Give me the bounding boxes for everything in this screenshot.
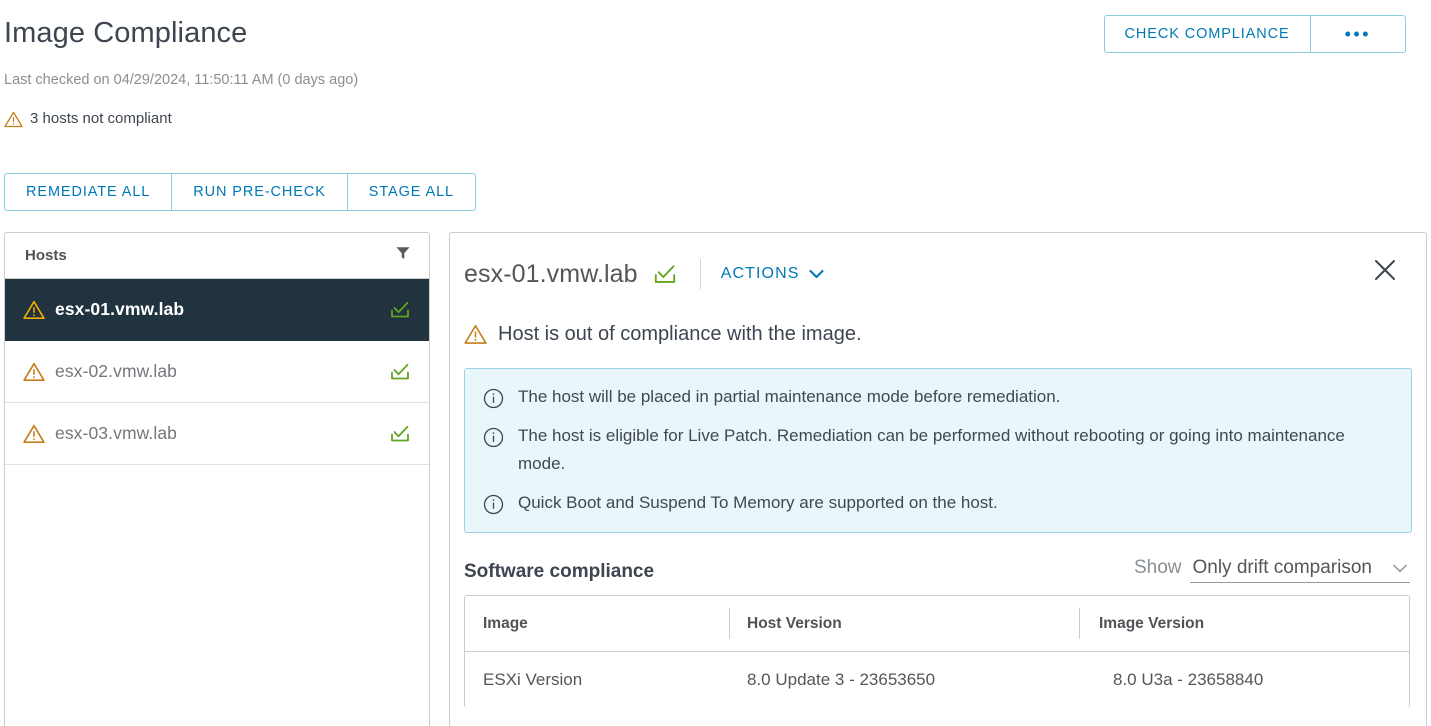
filter-funnel-icon[interactable]	[395, 245, 411, 266]
host-item-content: esx-01.vmw.lab	[23, 299, 184, 320]
show-filter-value: Only drift comparison	[1192, 557, 1372, 578]
header-divider	[699, 259, 701, 289]
remediate-all-button[interactable]: REMEDIATE ALL	[5, 174, 171, 210]
info-message-box: The host will be placed in partial maint…	[464, 368, 1412, 533]
host-item-label: esx-03.vmw.lab	[55, 423, 178, 443]
host-item-label: esx-01.vmw.lab	[55, 299, 185, 319]
show-filter-label: Show	[1133, 557, 1182, 578]
info-message-text: The host will be placed in partial maint…	[518, 387, 1061, 406]
close-icon	[1372, 260, 1398, 286]
info-message-text: The host is eligible for Live Patch. Rem…	[518, 426, 1345, 473]
cell-image: ESXi Version	[483, 670, 583, 689]
hosts-panel-header: Hosts	[5, 233, 429, 279]
close-button[interactable]	[1366, 251, 1404, 289]
host-list-item[interactable]: esx-02.vmw.lab	[5, 341, 429, 403]
check-compliance-button[interactable]: CHECK COMPLIANCE	[1105, 16, 1310, 52]
info-message-item: The host will be placed in partial maint…	[483, 383, 1393, 411]
warning-triangle-icon	[23, 362, 45, 382]
info-message-item: The host is eligible for Live Patch. Rem…	[483, 422, 1393, 478]
detail-host-name: esx-01.vmw.lab	[464, 259, 638, 288]
compliance-warning: Host is out of compliance with the image…	[464, 323, 1426, 346]
warning-triangle-icon	[464, 324, 487, 345]
host-detail-header: esx-01.vmw.lab ACTIONS	[450, 233, 1426, 289]
info-circle-icon	[483, 388, 504, 409]
info-circle-icon	[483, 494, 504, 515]
info-message-text: Quick Boot and Suspend To Memory are sup…	[518, 493, 998, 512]
info-message-item: Quick Boot and Suspend To Memory are sup…	[483, 489, 1393, 517]
actions-menu-button[interactable]: ACTIONS	[721, 265, 824, 283]
status-badge: 3 hosts not compliant	[4, 108, 172, 130]
image-compliance-page: Image Compliance Last checked on 04/29/2…	[0, 0, 1431, 726]
top-action-group: CHECK COMPLIANCE •••	[1103, 15, 1406, 53]
info-circle-icon	[483, 427, 504, 448]
host-item-label: esx-02.vmw.lab	[55, 361, 178, 381]
stage-tray-check-icon[interactable]	[389, 300, 411, 320]
chevron-down-icon	[808, 269, 824, 279]
table-row: ESXi Version 8.0 Update 3 - 23653650 8.0…	[465, 652, 1409, 708]
run-pre-check-button[interactable]: RUN PRE-CHECK	[171, 174, 347, 210]
software-compliance-title: Software compliance	[464, 561, 655, 582]
table-header-row: Image Host Version Image Version	[465, 596, 1409, 652]
software-compliance-table: Image Host Version Image Version ESXi Ve…	[464, 595, 1410, 708]
show-filter-select[interactable]: Only drift comparison	[1190, 557, 1410, 583]
host-detail-panel: esx-01.vmw.lab ACTIONS Host is out of co…	[449, 232, 1427, 726]
status-badge-label: 3 hosts not compliant	[30, 110, 172, 127]
warning-triangle-icon	[23, 300, 45, 320]
stage-tray-check-icon[interactable]	[389, 362, 411, 382]
column-header-image: Image	[483, 614, 528, 632]
actions-menu-label: ACTIONS	[720, 265, 800, 282]
software-compliance-header: Software compliance Show Only drift comp…	[464, 557, 1410, 583]
host-item-content: esx-02.vmw.lab	[23, 361, 177, 382]
host-list-item[interactable]: esx-03.vmw.lab	[5, 403, 429, 465]
column-header-host-version: Host Version	[729, 596, 1079, 651]
overflow-menu-button[interactable]: •••	[1309, 16, 1405, 52]
chevron-down-icon	[1392, 563, 1408, 574]
show-filter: Show Only drift comparison	[1134, 557, 1410, 583]
compliance-warning-label: Host is out of compliance with the image…	[498, 323, 862, 345]
stage-tray-check-icon[interactable]	[389, 424, 411, 444]
warning-triangle-icon	[4, 111, 23, 128]
host-item-content: esx-03.vmw.lab	[23, 423, 177, 444]
warning-triangle-icon	[23, 424, 45, 444]
hosts-panel: Hosts esx-01.vmw.lab esx-02.vmw.lab esx-…	[4, 232, 430, 726]
stage-all-button[interactable]: STAGE ALL	[346, 174, 475, 210]
cell-host-version: 8.0 Update 3 - 23653650	[747, 670, 936, 689]
bulk-action-toolbar: REMEDIATE ALL RUN PRE-CHECK STAGE ALL	[4, 173, 476, 211]
page-title: Image Compliance	[4, 17, 248, 49]
cell-image-version: 8.0 U3a - 23658840	[1113, 670, 1264, 689]
last-checked-text: Last checked on 04/29/2024, 11:50:11 AM …	[4, 72, 359, 88]
column-header-image-version: Image Version	[1079, 596, 1409, 651]
hosts-column-header: Hosts	[25, 247, 67, 264]
host-list-item[interactable]: esx-01.vmw.lab	[5, 279, 429, 341]
stage-tray-check-icon[interactable]	[652, 263, 678, 286]
